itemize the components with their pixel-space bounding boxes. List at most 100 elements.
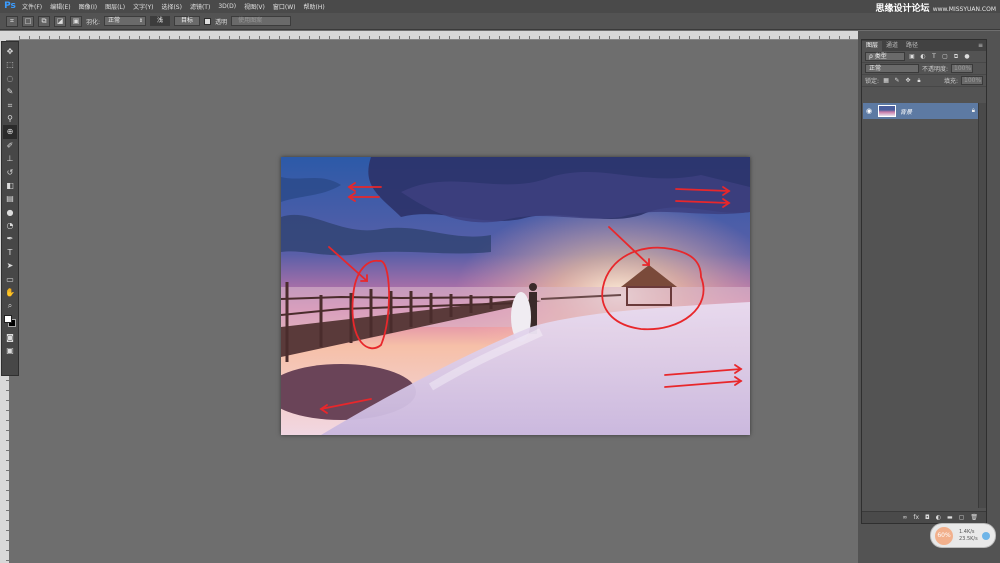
hand-tool-icon[interactable]: ✋	[3, 286, 17, 299]
dodge-tool-icon[interactable]: ◔	[3, 219, 17, 232]
intersect-selection-icon[interactable]: ▣	[70, 15, 82, 27]
lock-position-icon[interactable]: ✥	[904, 77, 912, 85]
menu-select[interactable]: 选择(S)	[157, 2, 186, 11]
layers-scrollbar[interactable]	[978, 103, 986, 508]
menu-image[interactable]: 图像(I)	[75, 2, 101, 11]
menu-file[interactable]: 文件(F)	[18, 2, 46, 11]
new-group-icon[interactable]: ▬	[947, 514, 953, 521]
add-selection-icon[interactable]: ⧉	[38, 15, 50, 27]
move-tool-icon[interactable]: ✥	[3, 45, 17, 58]
patch-tool-icon[interactable]: ⌗	[6, 15, 18, 27]
feather-label: 羽化:	[86, 18, 101, 26]
menu-help[interactable]: 帮助(H)	[300, 2, 329, 11]
ruler-corner	[0, 31, 19, 40]
panel-menu-icon[interactable]: ≡	[978, 41, 986, 51]
lock-row: 锁定: ▦ ✎ ✥ 🔒︎ 填充: 100%	[862, 75, 986, 87]
blend-row: 正常 不透明度: 100%	[862, 63, 986, 75]
history-brush-tool-icon[interactable]: ↺	[3, 166, 17, 179]
marquee-tool-icon[interactable]: ⬚	[3, 58, 17, 71]
new-layer-icon[interactable]: ▢	[959, 514, 965, 521]
adjustment-layer-icon[interactable]: ◐	[936, 514, 941, 521]
menu-window[interactable]: 窗口(W)	[269, 2, 300, 11]
lock-pixels-icon[interactable]: ✎	[893, 77, 901, 85]
layer-thumbnail	[878, 105, 896, 117]
fill-label: 填充:	[943, 78, 958, 85]
document-image[interactable]	[281, 157, 750, 435]
shape-tool-icon[interactable]: ▭	[3, 273, 17, 286]
ps-logo: Ps	[4, 1, 16, 11]
screen-mode-icon[interactable]: ▣	[3, 344, 17, 357]
target-button[interactable]: 目标	[174, 16, 201, 26]
filter-row: ρ 类型 ▣ ◐ T ▢ ⧉ ●	[862, 51, 986, 63]
panel-dock: 图层 通道 路径 ≡ ρ 类型 ▣ ◐ T ▢ ⧉ ● 正常 不透明度: 100…	[858, 31, 1000, 563]
filter-pixel-icon[interactable]: ▣	[908, 53, 916, 61]
delete-layer-icon[interactable]: 🗑︎	[970, 514, 978, 521]
filter-type-icon[interactable]: T	[930, 53, 938, 61]
quick-select-tool-icon[interactable]: ✎	[3, 85, 17, 98]
blur-tool-icon[interactable]: ●	[3, 206, 17, 219]
layer-name: 背景	[900, 108, 913, 116]
menu-type[interactable]: 文字(Y)	[129, 2, 157, 11]
wedding-photo	[281, 157, 750, 435]
menu-filter[interactable]: 滤镜(T)	[186, 2, 214, 11]
lock-label: 锁定:	[865, 78, 880, 85]
layers-footer: ∞ fx ◘ ◐ ▬ ▢ 🗑︎	[862, 511, 986, 523]
quick-mask-icon[interactable]: ◙	[3, 331, 17, 344]
transparent-checkbox[interactable]	[204, 17, 212, 25]
layers-panel: 图层 通道 路径 ≡ ρ 类型 ▣ ◐ T ▢ ⧉ ● 正常 不透明度: 100…	[861, 39, 987, 524]
eyedropper-tool-icon[interactable]: ⚲	[3, 112, 17, 125]
fx-icon[interactable]: fx	[913, 514, 919, 521]
layer-background[interactable]: ◉ 背景 🔒︎	[863, 103, 979, 119]
filter-smart-icon[interactable]: ⧉	[952, 53, 960, 61]
color-swatches[interactable]	[3, 313, 17, 331]
menu-view[interactable]: 视图(V)	[240, 2, 269, 11]
stamp-tool-icon[interactable]: ⊥	[3, 152, 17, 165]
canvas-area[interactable]	[19, 40, 858, 563]
filter-toggle-icon[interactable]: ●	[963, 53, 971, 61]
fill-field[interactable]: 100%	[961, 76, 983, 85]
opacity-field[interactable]: 100%	[951, 64, 974, 73]
menu-edit[interactable]: 编辑(E)	[46, 2, 74, 11]
subtract-selection-icon[interactable]: ◪	[54, 15, 66, 27]
transparent-label: 透明	[215, 18, 228, 26]
filter-shape-icon[interactable]: ▢	[941, 53, 949, 61]
patch-tool-icon[interactable]: ⊕	[3, 125, 17, 139]
layer-filter-select[interactable]: ρ 类型	[865, 52, 905, 61]
tab-channels[interactable]: 通道	[882, 41, 902, 51]
link-layers-icon[interactable]: ∞	[902, 514, 907, 521]
pen-tool-icon[interactable]: ✒	[3, 232, 17, 245]
crop-tool-icon[interactable]: ⌗	[3, 99, 17, 112]
photoshop-window: Ps 文件(F) 编辑(E) 图像(I) 图层(L) 文字(Y) 选择(S) 滤…	[0, 0, 1000, 563]
type-tool-icon[interactable]: T	[3, 246, 17, 259]
speed-percent: 60%	[933, 524, 955, 547]
visibility-eye-icon[interactable]: ◉	[866, 107, 874, 115]
tab-paths[interactable]: 路径	[902, 41, 922, 51]
source-button[interactable]: 浅	[150, 16, 171, 26]
zoom-tool-icon[interactable]: ⌕	[3, 299, 17, 312]
gradient-tool-icon[interactable]: ▤	[3, 192, 17, 205]
options-bar: ⌗ □ ⧉ ◪ ▣ 羽化: 正常 浅 目标 透明 使用图案	[0, 13, 1000, 30]
speed-values: 1.4K/s 23.5K/s	[959, 528, 978, 542]
lasso-tool-icon[interactable]: ◌	[3, 72, 17, 85]
eraser-tool-icon[interactable]: ◧	[3, 179, 17, 192]
layer-lock-icon: 🔒︎	[971, 107, 975, 114]
lock-transparent-icon[interactable]: ▦	[882, 77, 890, 85]
panel-tabs: 图层 通道 路径 ≡	[862, 40, 986, 51]
menu-3d[interactable]: 3D(D)	[214, 3, 240, 10]
horizontal-ruler[interactable]	[19, 31, 858, 40]
new-selection-icon[interactable]: □	[22, 15, 34, 27]
tools-panel: ✥ ⬚ ◌ ✎ ⌗ ⚲ ⊕ ✐ ⊥ ↺ ◧ ▤ ● ◔ ✒ T ➤ ▭ ✋ ⌕ …	[1, 41, 19, 376]
blend-mode-select[interactable]: 正常	[865, 64, 919, 73]
use-pattern-button[interactable]: 使用图案	[231, 16, 292, 26]
foreground-color[interactable]	[4, 314, 12, 323]
filter-adjust-icon[interactable]: ◐	[919, 53, 927, 61]
lock-all-icon[interactable]: 🔒︎	[915, 77, 923, 85]
tab-layers[interactable]: 图层	[862, 41, 883, 51]
network-speed-widget[interactable]: 60% 1.4K/s 23.5K/s	[930, 523, 996, 548]
brush-tool-icon[interactable]: ✐	[3, 139, 17, 152]
path-select-tool-icon[interactable]: ➤	[3, 259, 17, 272]
mode-select[interactable]: 正常	[104, 16, 147, 26]
opacity-label: 不透明度:	[922, 66, 949, 73]
menu-layer[interactable]: 图层(L)	[101, 2, 129, 11]
add-mask-icon[interactable]: ◘	[925, 514, 930, 521]
